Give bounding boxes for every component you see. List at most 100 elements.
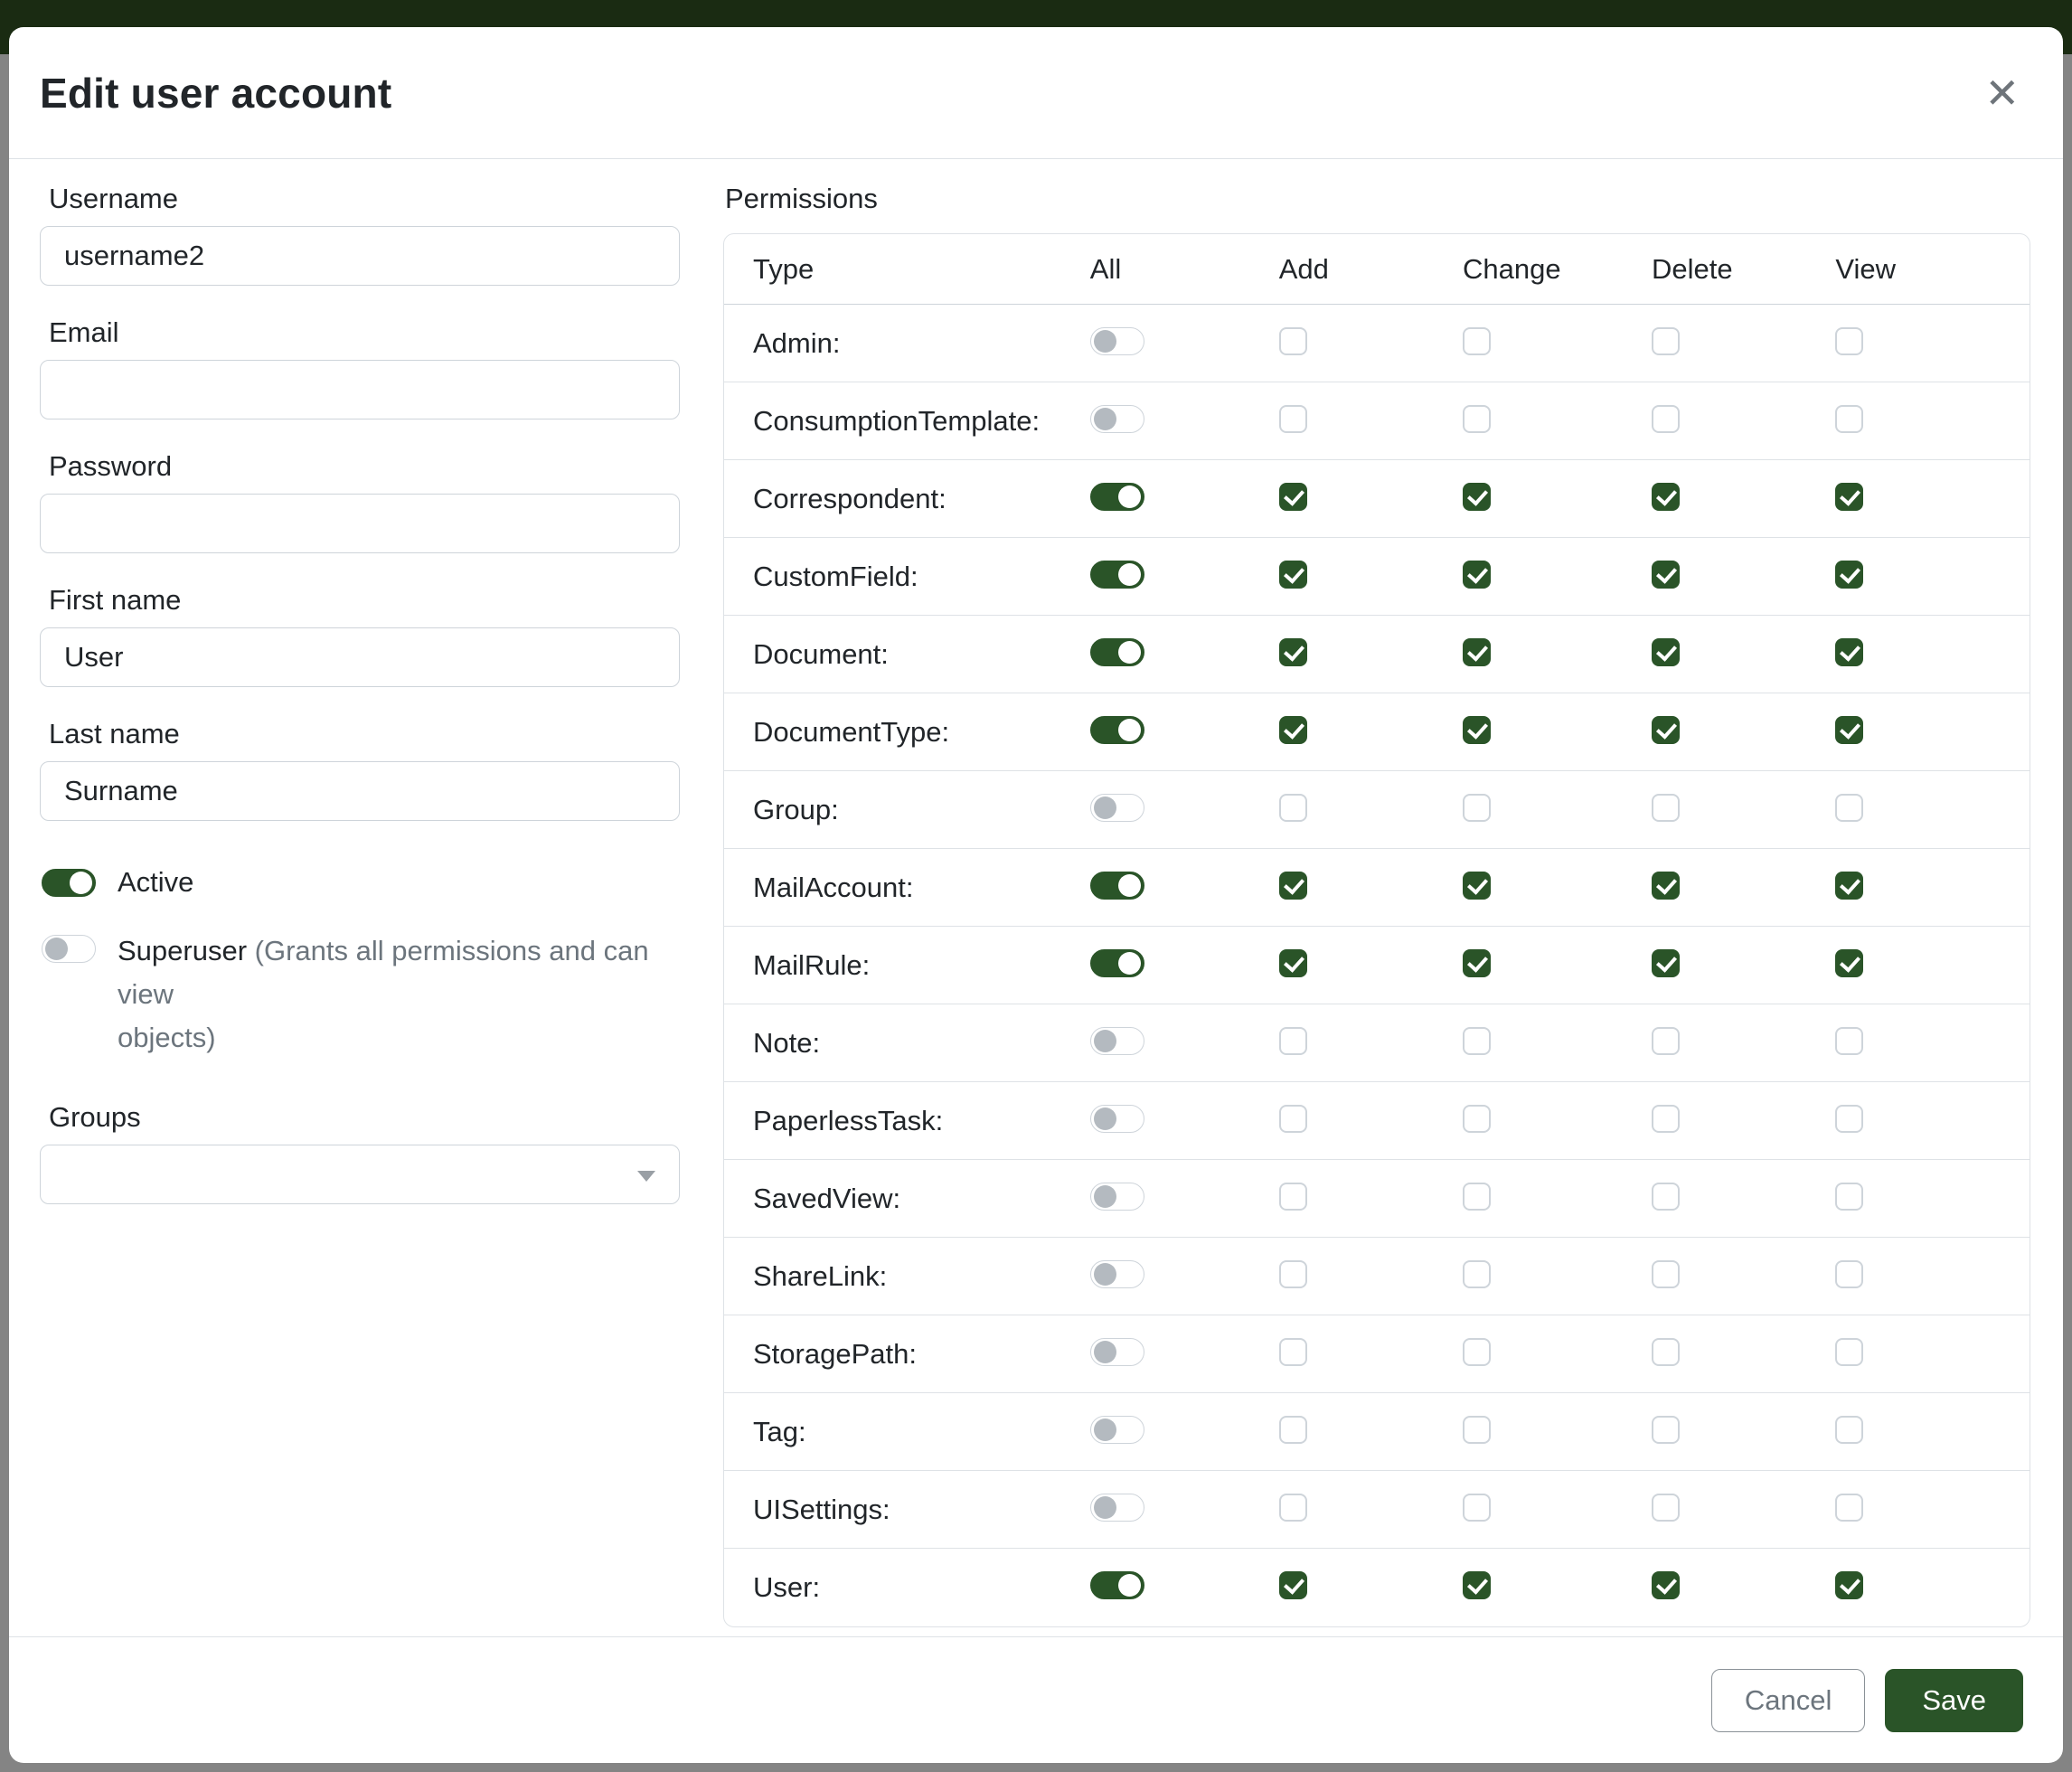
permission-delete-checkbox[interactable]: [1652, 561, 1680, 589]
permission-all-toggle[interactable]: [1090, 483, 1144, 511]
permission-add-checkbox[interactable]: [1279, 1260, 1307, 1288]
permission-delete-checkbox[interactable]: [1652, 1494, 1680, 1522]
permission-change-checkbox[interactable]: [1463, 1571, 1491, 1599]
permission-delete-checkbox[interactable]: [1652, 1183, 1680, 1211]
permission-view-checkbox[interactable]: [1835, 1338, 1863, 1366]
permission-view-checkbox[interactable]: [1835, 1260, 1863, 1288]
permission-view-checkbox[interactable]: [1835, 638, 1863, 666]
permission-delete-checkbox[interactable]: [1652, 1338, 1680, 1366]
permission-delete-checkbox[interactable]: [1652, 949, 1680, 977]
permission-change-checkbox[interactable]: [1463, 949, 1491, 977]
permission-add-checkbox[interactable]: [1279, 405, 1307, 433]
permission-add-checkbox[interactable]: [1279, 872, 1307, 900]
permission-change-checkbox[interactable]: [1463, 716, 1491, 744]
permission-delete-checkbox[interactable]: [1652, 483, 1680, 511]
edit-user-modal: Edit user account ✕ Username Email Passw…: [9, 27, 2063, 1763]
permission-type-label: PaperlessTask:: [753, 1105, 1090, 1137]
permission-change-checkbox[interactable]: [1463, 561, 1491, 589]
permission-change-checkbox[interactable]: [1463, 1338, 1491, 1366]
permission-all-toggle[interactable]: [1090, 1183, 1144, 1211]
permission-change-checkbox[interactable]: [1463, 794, 1491, 822]
permission-add-checkbox[interactable]: [1279, 1416, 1307, 1444]
permission-all-toggle[interactable]: [1090, 1416, 1144, 1444]
permission-delete-checkbox[interactable]: [1652, 1571, 1680, 1599]
email-field[interactable]: [40, 360, 680, 419]
permission-delete-checkbox[interactable]: [1652, 638, 1680, 666]
close-button[interactable]: ✕: [1977, 65, 2027, 121]
password-field[interactable]: [40, 494, 680, 553]
permission-view-checkbox[interactable]: [1835, 716, 1863, 744]
toggle-knob: [1094, 1496, 1116, 1519]
permission-all-toggle[interactable]: [1090, 327, 1144, 355]
permission-all-toggle[interactable]: [1090, 1494, 1144, 1522]
permission-delete-checkbox[interactable]: [1652, 1416, 1680, 1444]
permission-all-toggle[interactable]: [1090, 716, 1144, 744]
permission-view-checkbox[interactable]: [1835, 794, 1863, 822]
permission-view-checkbox[interactable]: [1835, 1494, 1863, 1522]
permission-change-checkbox[interactable]: [1463, 1494, 1491, 1522]
permission-add-checkbox[interactable]: [1279, 1183, 1307, 1211]
first-name-field[interactable]: [40, 627, 680, 687]
permission-all-toggle[interactable]: [1090, 1338, 1144, 1366]
permission-all-toggle[interactable]: [1090, 1571, 1144, 1599]
permission-all-toggle[interactable]: [1090, 1105, 1144, 1133]
permission-delete-checkbox[interactable]: [1652, 794, 1680, 822]
permission-view-checkbox[interactable]: [1835, 483, 1863, 511]
permission-change-checkbox[interactable]: [1463, 872, 1491, 900]
permission-delete-checkbox[interactable]: [1652, 405, 1680, 433]
permission-add-checkbox[interactable]: [1279, 1338, 1307, 1366]
permission-view-checkbox[interactable]: [1835, 1027, 1863, 1055]
permission-change-checkbox[interactable]: [1463, 1416, 1491, 1444]
permission-view-checkbox[interactable]: [1835, 405, 1863, 433]
permission-change-checkbox[interactable]: [1463, 1183, 1491, 1211]
permission-delete-checkbox[interactable]: [1652, 872, 1680, 900]
user-form: Username Email Password First name Last …: [40, 183, 680, 1636]
permission-view-checkbox[interactable]: [1835, 1416, 1863, 1444]
permission-view-checkbox[interactable]: [1835, 872, 1863, 900]
groups-select[interactable]: [40, 1145, 680, 1204]
permission-delete-checkbox[interactable]: [1652, 1105, 1680, 1133]
permission-add-checkbox[interactable]: [1279, 1105, 1307, 1133]
permission-view-checkbox[interactable]: [1835, 327, 1863, 355]
permission-view-checkbox[interactable]: [1835, 1105, 1863, 1133]
permission-add-checkbox[interactable]: [1279, 561, 1307, 589]
permission-delete-checkbox[interactable]: [1652, 1260, 1680, 1288]
save-button[interactable]: Save: [1885, 1669, 2023, 1732]
permission-add-checkbox[interactable]: [1279, 327, 1307, 355]
permission-all-toggle[interactable]: [1090, 872, 1144, 900]
username-field[interactable]: [40, 226, 680, 286]
permission-add-checkbox[interactable]: [1279, 1571, 1307, 1599]
permission-change-checkbox[interactable]: [1463, 405, 1491, 433]
permission-change-checkbox[interactable]: [1463, 1105, 1491, 1133]
permission-add-checkbox[interactable]: [1279, 949, 1307, 977]
permission-view-checkbox[interactable]: [1835, 561, 1863, 589]
permission-change-checkbox[interactable]: [1463, 1027, 1491, 1055]
superuser-toggle[interactable]: [42, 935, 96, 963]
permission-delete-checkbox[interactable]: [1652, 327, 1680, 355]
permission-add-checkbox[interactable]: [1279, 716, 1307, 744]
permission-change-checkbox[interactable]: [1463, 638, 1491, 666]
permission-all-toggle[interactable]: [1090, 794, 1144, 822]
permission-add-checkbox[interactable]: [1279, 638, 1307, 666]
permission-add-checkbox[interactable]: [1279, 1027, 1307, 1055]
permission-view-checkbox[interactable]: [1835, 949, 1863, 977]
permission-add-checkbox[interactable]: [1279, 483, 1307, 511]
permission-delete-checkbox[interactable]: [1652, 1027, 1680, 1055]
permission-all-toggle[interactable]: [1090, 1260, 1144, 1288]
permission-all-toggle[interactable]: [1090, 949, 1144, 977]
permission-all-toggle[interactable]: [1090, 405, 1144, 433]
permission-all-toggle[interactable]: [1090, 561, 1144, 589]
permission-view-checkbox[interactable]: [1835, 1571, 1863, 1599]
permission-all-toggle[interactable]: [1090, 638, 1144, 666]
permission-add-checkbox[interactable]: [1279, 1494, 1307, 1522]
permission-delete-checkbox[interactable]: [1652, 716, 1680, 744]
permission-change-checkbox[interactable]: [1463, 327, 1491, 355]
permission-view-checkbox[interactable]: [1835, 1183, 1863, 1211]
permission-change-checkbox[interactable]: [1463, 1260, 1491, 1288]
permission-all-toggle[interactable]: [1090, 1027, 1144, 1055]
active-toggle[interactable]: [42, 869, 96, 897]
cancel-button[interactable]: Cancel: [1711, 1669, 1866, 1732]
last-name-field[interactable]: [40, 761, 680, 821]
permission-add-checkbox[interactable]: [1279, 794, 1307, 822]
permission-change-checkbox[interactable]: [1463, 483, 1491, 511]
